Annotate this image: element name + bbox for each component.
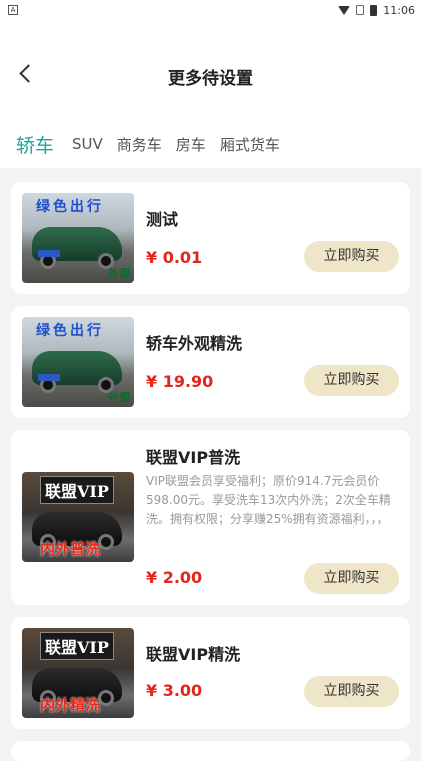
product-name: 联盟VIP普洗 [146, 448, 241, 467]
product-card[interactable]: 绿色出行 外观 轿车外观精洗 ¥ 19.90 立即购买 [11, 306, 410, 418]
product-name: 联盟VIP精洗 [146, 645, 241, 664]
buy-button[interactable]: 立即购买 [304, 676, 399, 707]
buy-button[interactable]: 立即购买 [304, 365, 399, 396]
product-name: 轿车外观精洗 [146, 334, 243, 353]
category-tabs: 轿车 SUV 商务车 房车 厢式货车 [0, 120, 421, 168]
product-price: ¥ 19.90 [146, 372, 214, 391]
status-time: 11:06 [383, 3, 415, 17]
product-image: 联盟VIP 内外普洗 [22, 472, 134, 562]
product-price: ¥ 3.00 [146, 681, 203, 700]
image-caption-top: 联盟VIP [40, 476, 114, 504]
product-image: 绿色出行 外观 [22, 193, 134, 283]
product-price: ¥ 2.00 [146, 568, 203, 587]
image-caption-top: 绿色出行 [36, 323, 104, 339]
product-card-partial [11, 741, 410, 761]
tab-van[interactable]: 厢式货车 [220, 134, 280, 155]
header: 更多待设置 [0, 20, 421, 120]
wifi-icon [338, 5, 351, 15]
image-caption-bottom: 外观 [108, 391, 130, 404]
tab-rv[interactable]: 房车 [176, 134, 206, 155]
buy-button[interactable]: 立即购买 [304, 241, 399, 272]
app-notification-icon: A [8, 5, 18, 15]
page-title: 更多待设置 [168, 69, 253, 89]
tab-sedan[interactable]: 轿车 [16, 131, 54, 158]
product-card[interactable]: 联盟VIP 内外精洗 联盟VIP精洗 ¥ 3.00 立即购买 [11, 617, 410, 729]
image-caption-top: 联盟VIP [40, 632, 114, 660]
product-price: ¥ 0.01 [146, 248, 203, 267]
buy-button[interactable]: 立即购买 [304, 563, 399, 594]
status-bar: A 11:06 [0, 0, 421, 20]
image-caption-top: 绿色出行 [36, 199, 104, 215]
product-image: 绿色出行 外观 [22, 317, 134, 407]
product-card[interactable]: 联盟VIP 内外普洗 联盟VIP普洗 VIP联盟会员享受福利；原价914.7元会… [11, 430, 410, 605]
sim-icon [356, 5, 365, 15]
image-caption-bottom: 内外精洗 [40, 696, 101, 714]
battery-icon [370, 4, 378, 16]
image-caption-bottom: 内外普洗 [40, 540, 101, 558]
tab-suv[interactable]: SUV [72, 135, 103, 153]
product-description: VIP联盟会员享受福利；原价914.7元会员价598.00元。享受洗车13次内外… [146, 474, 391, 526]
product-card[interactable]: 绿色出行 外观 测试 ¥ 0.01 立即购买 [11, 182, 410, 294]
tab-business[interactable]: 商务车 [117, 134, 162, 155]
image-caption-bottom: 外观 [108, 267, 130, 280]
product-image: 联盟VIP 内外精洗 [22, 628, 134, 718]
product-name: 测试 [146, 210, 179, 229]
